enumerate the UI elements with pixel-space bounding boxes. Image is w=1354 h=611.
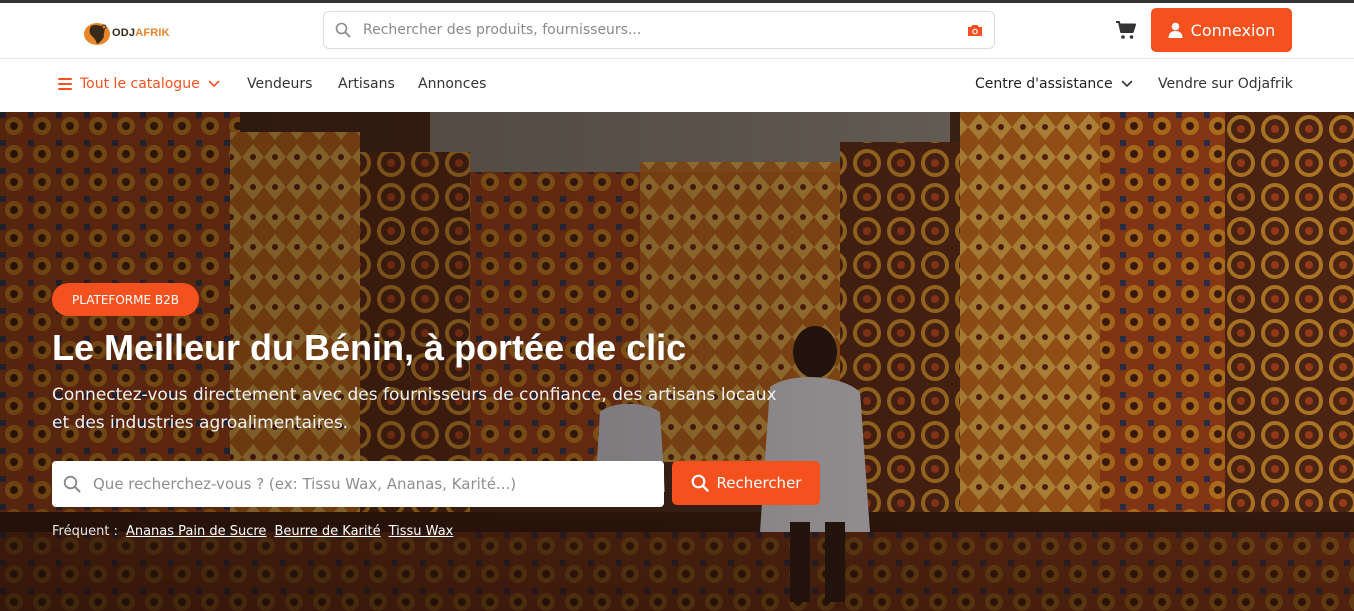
shopping-cart-icon[interactable]	[1115, 20, 1137, 40]
nav-item-annonces[interactable]: Annonces	[418, 76, 486, 92]
b2b-badge: PLATEFORME B2B	[52, 283, 199, 316]
header-search[interactable]	[323, 11, 995, 49]
search-icon	[691, 474, 709, 492]
hero-search[interactable]	[52, 461, 664, 507]
search-icon	[63, 475, 81, 493]
chevron-down-icon	[208, 80, 219, 88]
frequent-label: Fréquent :	[52, 524, 118, 539]
menu-icon	[58, 78, 72, 90]
search-icon	[335, 22, 351, 38]
chevron-down-icon	[1121, 80, 1132, 88]
nav-sell[interactable]: Vendre sur Odjafrik	[1158, 76, 1293, 92]
logo-text: ODJAFRIK	[112, 27, 170, 39]
user-icon	[1168, 22, 1183, 38]
hero-title: Le Meilleur du Bénin, à portée de clic	[52, 327, 687, 368]
hero-subtitle: Connectez-vous directement avec des four…	[52, 385, 777, 433]
africa-logo-icon	[84, 23, 110, 45]
hero-banner: PLATEFORME B2B Le Meilleur du Bénin, à p…	[0, 112, 1354, 611]
login-label: Connexion	[1190, 20, 1276, 40]
main-nav: Tout le catalogue Vendeurs Artisans Anno…	[0, 60, 1354, 112]
frequent-link-karite[interactable]: Beurre de Karité	[274, 524, 380, 539]
nav-catalogue-label: Tout le catalogue	[80, 76, 200, 92]
frequent-searches: Fréquent : Ananas Pain de Sucre Beurre d…	[52, 524, 453, 539]
search-button[interactable]: Rechercher	[672, 461, 820, 505]
login-button[interactable]: Connexion	[1151, 8, 1292, 52]
frequent-link-tissu-wax[interactable]: Tissu Wax	[389, 524, 454, 539]
nav-catalogue[interactable]: Tout le catalogue	[58, 76, 220, 92]
hero-search-input[interactable]	[93, 475, 664, 493]
top-header: ODJAFRIK Connexion	[0, 3, 1354, 59]
nav-item-vendeurs[interactable]: Vendeurs	[247, 76, 312, 92]
nav-item-artisans[interactable]: Artisans	[338, 76, 395, 92]
camera-icon[interactable]	[967, 23, 983, 37]
nav-help-center[interactable]: Centre d'assistance	[975, 76, 1133, 92]
search-button-label: Rechercher	[716, 474, 802, 492]
logo[interactable]: ODJAFRIK	[82, 17, 182, 49]
nav-help-label: Centre d'assistance	[975, 76, 1113, 92]
frequent-link-ananas[interactable]: Ananas Pain de Sucre	[126, 524, 267, 539]
header-search-input[interactable]	[363, 22, 967, 38]
